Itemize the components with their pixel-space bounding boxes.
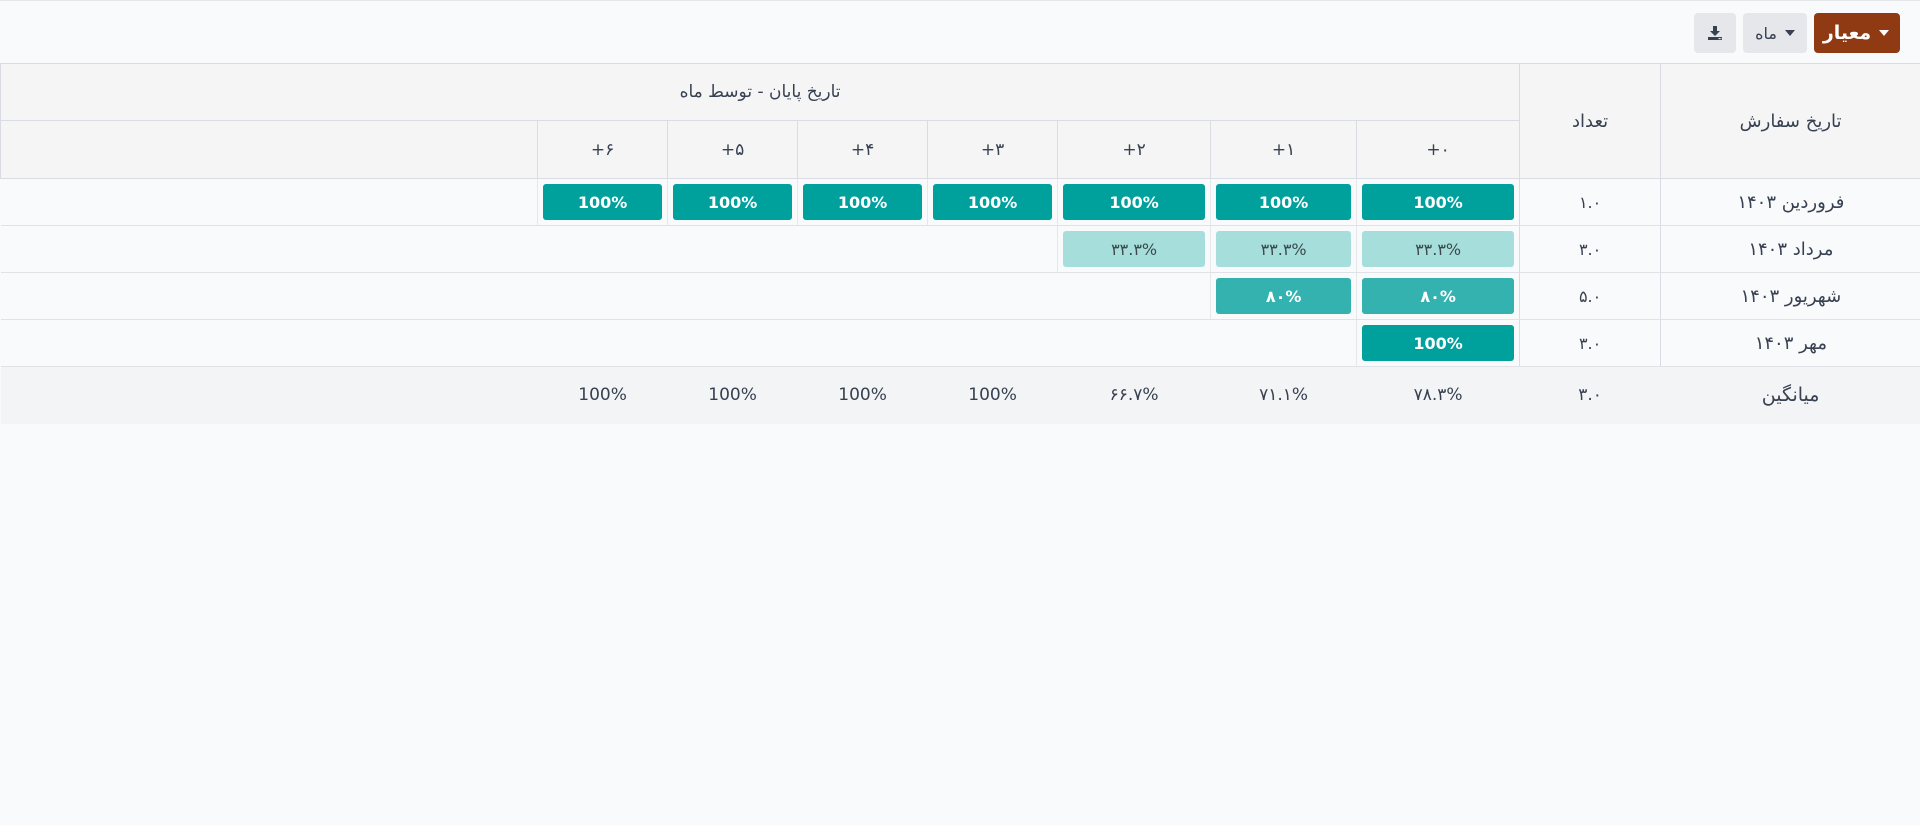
empty-cell xyxy=(537,225,668,273)
column-header: ۴+ xyxy=(797,120,929,179)
cohort-cell[interactable]: ۸۰% xyxy=(1356,272,1520,320)
empty-cell xyxy=(537,319,668,367)
column-header: ۱+ xyxy=(1210,120,1358,179)
row-spacer xyxy=(0,225,538,273)
empty-cell xyxy=(1210,319,1357,367)
row-count: ۳.۰ xyxy=(1519,225,1661,273)
empty-cell xyxy=(667,319,798,367)
cohort-cell[interactable]: 100% xyxy=(1356,319,1520,367)
interval-label: ماه xyxy=(1755,23,1777,43)
empty-cell xyxy=(927,319,1058,367)
empty-cell xyxy=(797,225,928,273)
row-spacer xyxy=(0,178,538,226)
footer-value: 100% xyxy=(667,366,798,424)
footer-value: ۶۶.۷% xyxy=(1057,366,1211,424)
cell-value: 100% xyxy=(1362,184,1515,220)
footer-value: ۷۱.۱% xyxy=(1210,366,1357,424)
column-header: ۵+ xyxy=(667,120,799,179)
top-border xyxy=(0,0,1920,1)
row-label[interactable]: فروردین ۱۴۰۳ xyxy=(1660,178,1920,226)
cell-value: ۳۳.۳% xyxy=(1216,231,1352,267)
empty-cell xyxy=(797,319,928,367)
column-header: ۰+ xyxy=(1356,120,1521,179)
cohort-cell[interactable]: ۸۰% xyxy=(1210,272,1357,320)
download-button[interactable] xyxy=(1694,13,1736,53)
count-header: تعداد xyxy=(1519,63,1662,179)
empty-cell xyxy=(667,225,798,273)
cell-value: 100% xyxy=(673,184,793,220)
table-row: شهریور ۱۴۰۳ ۵.۰ ۸۰% ۸۰% xyxy=(0,272,1920,320)
cell-value: 100% xyxy=(1362,325,1515,361)
empty-cell xyxy=(1057,272,1211,320)
row-count: ۳.۰ xyxy=(1519,319,1661,367)
empty-cell xyxy=(927,272,1058,320)
column-header: ۶+ xyxy=(537,120,669,179)
footer-value: 100% xyxy=(537,366,668,424)
toolbar: معیار ماه xyxy=(1694,13,1900,53)
column-header-spacer xyxy=(0,120,539,179)
cohort-cell[interactable]: 100% xyxy=(667,178,798,226)
cell-value: ۸۰% xyxy=(1216,278,1352,314)
measures-label: معیار xyxy=(1822,22,1872,44)
footer-value: 100% xyxy=(927,366,1058,424)
column-header: ۳+ xyxy=(927,120,1059,179)
table-row: مهر ۱۴۰۳ ۳.۰ 100% xyxy=(0,319,1920,367)
footer-count: ۳.۰ xyxy=(1519,366,1661,424)
cohort-cell[interactable]: 100% xyxy=(1356,178,1520,226)
cell-value: 100% xyxy=(1216,184,1352,220)
cell-value: ۳۳.۳% xyxy=(1063,231,1206,267)
row-header: تاریخ سفارش xyxy=(1660,63,1920,179)
empty-cell xyxy=(1057,319,1211,367)
cohort-cell[interactable]: 100% xyxy=(797,178,928,226)
footer-value: 100% xyxy=(797,366,928,424)
empty-cell xyxy=(667,272,798,320)
download-icon xyxy=(1708,26,1722,40)
row-count: ۱.۰ xyxy=(1519,178,1661,226)
cohort-table: تاریخ سفارش تعداد تاریخ پایان - توسط ماه… xyxy=(0,63,1920,424)
cohort-table-wrapper: تاریخ سفارش تعداد تاریخ پایان - توسط ماه… xyxy=(0,63,1920,424)
group-header: تاریخ پایان - توسط ماه xyxy=(0,63,1521,121)
cell-value: 100% xyxy=(543,184,663,220)
cell-value: ۸۰% xyxy=(1362,278,1515,314)
row-spacer xyxy=(0,319,538,367)
row-spacer xyxy=(0,272,538,320)
footer-spacer xyxy=(0,366,538,424)
cohort-cell[interactable]: 100% xyxy=(537,178,668,226)
cohort-cell[interactable]: ۳۳.۳% xyxy=(1356,225,1520,273)
footer-label: میانگین xyxy=(1660,366,1920,424)
empty-cell xyxy=(537,272,668,320)
row-label[interactable]: مرداد ۱۴۰۳ xyxy=(1660,225,1920,273)
cohort-cell[interactable]: ۳۳.۳% xyxy=(1057,225,1211,273)
empty-cell xyxy=(797,272,928,320)
cohort-cell[interactable]: 100% xyxy=(927,178,1058,226)
cell-value: 100% xyxy=(933,184,1053,220)
cell-value: ۳۳.۳% xyxy=(1362,231,1515,267)
table-row: فروردین ۱۴۰۳ ۱.۰ 100% 100% 100% 100% 100… xyxy=(0,178,1920,226)
row-label[interactable]: شهریور ۱۴۰۳ xyxy=(1660,272,1920,320)
caret-down-icon xyxy=(1784,30,1795,36)
row-count: ۵.۰ xyxy=(1519,272,1661,320)
cell-value: 100% xyxy=(803,184,923,220)
footer-value: ۷۸.۳% xyxy=(1356,366,1520,424)
interval-dropdown-button[interactable]: ماه xyxy=(1743,13,1807,53)
cell-value: 100% xyxy=(1063,184,1206,220)
footer-row: میانگین ۳.۰ ۷۸.۳% ۷۱.۱% ۶۶.۷% 100% 100% … xyxy=(0,366,1920,424)
table-row: مرداد ۱۴۰۳ ۳.۰ ۳۳.۳% ۳۳.۳% ۳۳.۳% xyxy=(0,225,1920,273)
cohort-cell[interactable]: 100% xyxy=(1210,178,1357,226)
caret-down-icon xyxy=(1879,30,1890,36)
cohort-cell[interactable]: 100% xyxy=(1057,178,1211,226)
column-header: ۲+ xyxy=(1057,120,1212,179)
row-label[interactable]: مهر ۱۴۰۳ xyxy=(1660,319,1920,367)
cohort-cell[interactable]: ۳۳.۳% xyxy=(1210,225,1357,273)
empty-cell xyxy=(927,225,1058,273)
measures-dropdown-button[interactable]: معیار xyxy=(1814,13,1900,53)
